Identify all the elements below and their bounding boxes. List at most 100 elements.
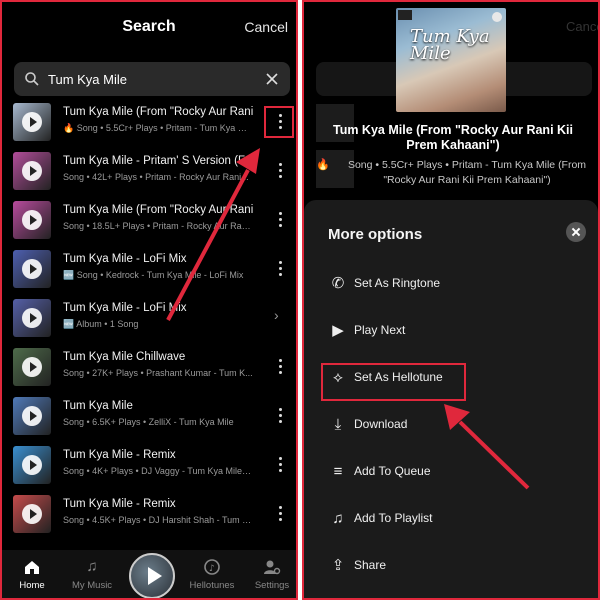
result-row[interactable]: Tum Kya Mile Song • 6.5K+ Plays • ZelliX … xyxy=(2,394,296,442)
more-options-icon[interactable] xyxy=(271,159,291,183)
play-icon[interactable] xyxy=(22,455,42,475)
option-add-to-queue[interactable]: ≡ Add To Queue xyxy=(316,454,586,490)
play-icon[interactable] xyxy=(22,406,42,426)
cancel-button[interactable]: Cancel xyxy=(244,19,288,35)
close-icon[interactable] xyxy=(566,222,586,242)
result-row[interactable]: Tum Kya Mile - Pritam' S Version (Fro Son… xyxy=(2,149,296,197)
result-subtitle: Song • 18.5L+ Plays • Pritam - Rocky Aur… xyxy=(63,221,253,231)
result-row[interactable]: Tum Kya Mile (From "Rocky Aur Rani 🔥 Song… xyxy=(2,100,296,148)
play-icon[interactable] xyxy=(22,259,42,279)
album-thumbnail xyxy=(13,348,51,386)
settings-icon xyxy=(264,560,281,575)
nav-settings[interactable]: Settings xyxy=(242,558,296,591)
search-icon xyxy=(25,72,39,86)
option-label: Download xyxy=(354,417,408,431)
more-options-icon[interactable] xyxy=(271,355,291,379)
album-thumbnail xyxy=(13,446,51,484)
option-label: Add To Queue xyxy=(354,464,431,478)
result-row[interactable]: Tum Kya Mile - Remix Song • 4.5K+ Plays •… xyxy=(2,492,296,540)
result-subtitle: Song • 27K+ Plays • Prashant Kumar - Tum… xyxy=(63,368,253,378)
result-title: Tum Kya Mile - Remix xyxy=(63,498,176,510)
result-subtitle: 🆕 Song • Kedrock - Tum Kya Mile - LoFi M… xyxy=(63,270,244,280)
result-subtitle: 🔥 Song • 5.5Cr+ Plays • Pritam - Tum Kya… xyxy=(63,123,253,133)
result-title: Tum Kya Mile - Remix xyxy=(63,449,176,461)
option-download[interactable]: ⤓ Download xyxy=(316,407,586,443)
dimmed-cancel: Cancel xyxy=(566,19,598,34)
chevron-right-icon[interactable]: › xyxy=(274,307,279,323)
result-subtitle: Song • 4.5K+ Plays • DJ Harshit Shah - T… xyxy=(63,515,253,525)
option-label: Play Next xyxy=(354,323,406,337)
search-bar[interactable] xyxy=(14,62,290,96)
result-title: Tum Kya Mile - LoFi Mix xyxy=(63,302,187,314)
nav-my-music[interactable]: ♫ My Music xyxy=(62,558,122,591)
option-label: Share xyxy=(354,558,387,572)
music-note-icon: ♫ xyxy=(86,558,98,575)
album-thumbnail xyxy=(13,250,51,288)
play-icon[interactable] xyxy=(22,210,42,230)
hellotunes-icon: ♪ xyxy=(204,559,220,575)
more-options-icon[interactable] xyxy=(271,208,291,232)
song-info: 🔥 Song • 5.5Cr+ Plays • Pritam - Tum Kya… xyxy=(316,158,592,188)
nav-hellotunes[interactable]: ♪ Hellotunes xyxy=(182,558,242,591)
album-art: Tum Kya Mile xyxy=(396,8,506,112)
nav-home[interactable]: Home xyxy=(2,558,62,591)
album-art-title: Tum Kya Mile xyxy=(410,26,490,64)
share-icon: ⇪ xyxy=(331,557,345,574)
label-badge xyxy=(398,10,412,20)
result-row[interactable]: Tum Kya Mile - LoFi Mix 🆕 Song • Kedrock … xyxy=(2,247,296,295)
option-add-to-playlist[interactable]: ♫ Add To Playlist xyxy=(316,501,586,537)
play-icon[interactable] xyxy=(22,504,42,524)
fire-icon: 🔥 xyxy=(316,159,330,171)
nav-settings-label: Settings xyxy=(254,580,290,591)
svg-text:♪: ♪ xyxy=(209,564,215,574)
result-row[interactable]: Tum Kya Mile - LoFi Mix 🆕 Album • 1 Song › xyxy=(2,296,296,344)
more-options-icon[interactable] xyxy=(271,502,291,526)
song-title: Tum Kya Mile (From "Rocky Aur Rani Kii P… xyxy=(333,123,573,152)
result-row[interactable]: Tum Kya Mile - Remix Song • 4K+ Plays • D… xyxy=(2,443,296,491)
result-title: Tum Kya Mile - Pritam' S Version (Fro xyxy=(63,155,253,167)
play-icon[interactable] xyxy=(22,112,42,132)
album-thumbnail xyxy=(13,495,51,533)
album-thumbnail xyxy=(13,103,51,141)
play-icon[interactable] xyxy=(22,308,42,328)
play-icon[interactable] xyxy=(22,161,42,181)
nav-hellotunes-label: Hellotunes xyxy=(189,580,235,591)
option-set-as-ringtone[interactable]: ✆ Set As Ringtone xyxy=(316,266,586,302)
clear-search-icon[interactable] xyxy=(264,71,280,87)
result-row[interactable]: Tum Kya Mile (From "Rocky Aur Rani Song •… xyxy=(2,198,296,246)
album-thumbnail xyxy=(13,152,51,190)
nav-home-label: Home xyxy=(19,580,45,591)
highlight-box-hellotune xyxy=(321,363,466,401)
more-options-screen: Cancel Tum Kya Mile Tum Kya Mile (From "… xyxy=(302,0,600,600)
result-row[interactable]: Tum Kya Mile Chillwave Song • 27K+ Plays … xyxy=(2,345,296,393)
search-input[interactable] xyxy=(48,68,258,90)
option-play-next[interactable]: ▶ Play Next xyxy=(316,313,586,349)
now-playing-button[interactable] xyxy=(129,553,175,598)
search-screen: Search Cancel Tum Kya Mile (From "Rocky … xyxy=(0,0,298,600)
result-title: Tum Kya Mile (From "Rocky Aur Rani xyxy=(63,204,253,216)
album-thumbnail xyxy=(13,397,51,435)
search-header: Search Cancel xyxy=(2,2,296,54)
result-subtitle: Song • 42L+ Plays • Pritam - Rocky Aur R… xyxy=(63,172,249,182)
more-options-icon[interactable] xyxy=(271,257,291,281)
result-subtitle: 🆕 Album • 1 Song xyxy=(63,319,139,329)
playlist-add-icon: ♫ xyxy=(332,510,344,527)
result-title: Tum Kya Mile - LoFi Mix xyxy=(63,253,187,265)
option-label: Add To Playlist xyxy=(354,511,433,525)
ringtone-icon: ✆ xyxy=(331,275,345,292)
play-next-icon: ▶ xyxy=(332,322,344,339)
song-info-text: Song • 5.5Cr+ Plays • Pritam - Tum Kya M… xyxy=(347,159,587,186)
music-label-logo xyxy=(492,12,502,22)
download-icon: ⤓ xyxy=(334,416,342,433)
more-options-icon[interactable] xyxy=(271,453,291,477)
more-options-icon[interactable] xyxy=(271,404,291,428)
result-subtitle: Song • 6.5K+ Plays • ZelliX - Tum Kya Mi… xyxy=(63,417,234,427)
sheet-title: More options xyxy=(328,226,423,243)
play-icon[interactable] xyxy=(22,357,42,377)
home-icon xyxy=(25,561,39,574)
result-title: Tum Kya Mile Chillwave xyxy=(63,351,186,363)
result-title: Tum Kya Mile (From "Rocky Aur Rani xyxy=(63,106,253,118)
result-title: Tum Kya Mile xyxy=(63,400,133,412)
option-share[interactable]: ⇪ Share xyxy=(316,548,586,584)
queue-icon: ≡ xyxy=(333,463,343,480)
